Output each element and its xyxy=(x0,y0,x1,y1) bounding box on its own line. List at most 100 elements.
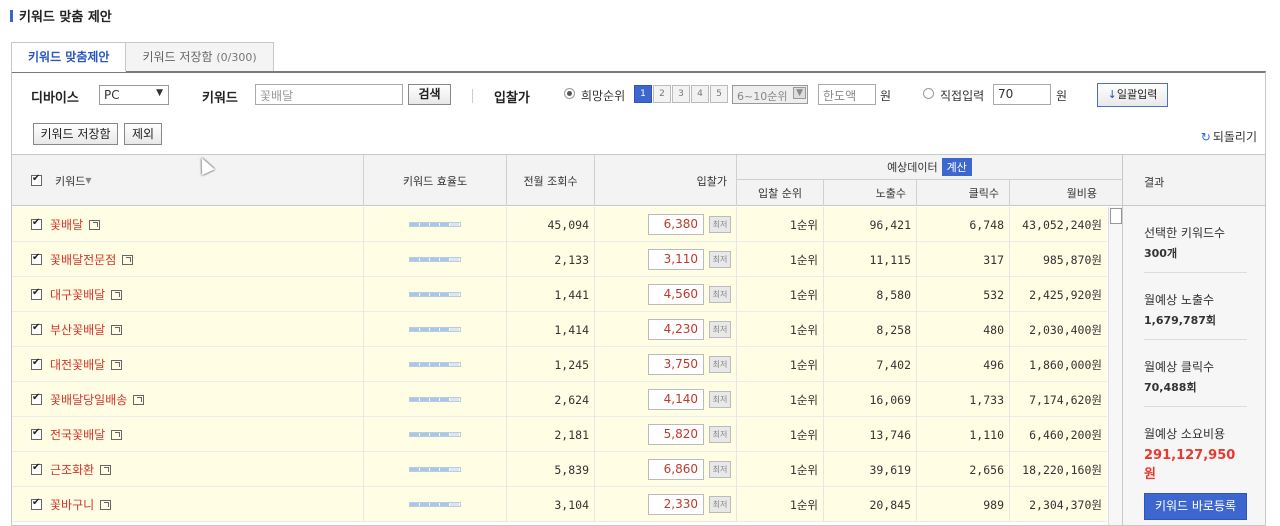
table-row[interactable]: 근조화환 5,839 6,860 최저 1순위39,6192,656 18,220,160… xyxy=(12,452,1107,487)
rank-2-button[interactable]: 2 xyxy=(653,85,671,103)
bid-input[interactable]: 6,860 xyxy=(648,459,704,480)
rank-1-button[interactable]: 1 xyxy=(634,85,652,103)
calc-button[interactable]: 계산 xyxy=(941,158,972,176)
table-row[interactable]: 꽃배달전문점 2,133 3,110 최저 1순위11,115317 985,870원 xyxy=(12,242,1107,277)
refresh-button[interactable]: ↻ 되돌리기 xyxy=(1201,128,1257,145)
cost-cell: 7,174,620원 xyxy=(1029,392,1102,407)
rank-4-button[interactable]: 4 xyxy=(691,85,709,103)
row-checkbox[interactable] xyxy=(31,427,42,440)
keyword-link[interactable]: 전국꽃배달 xyxy=(50,426,105,443)
external-link-icon[interactable] xyxy=(100,499,112,510)
min-bid-button[interactable]: 최저 xyxy=(709,391,731,408)
bid-input[interactable]: 3,750 xyxy=(648,354,704,375)
external-link-icon[interactable] xyxy=(133,394,145,405)
limit-amount-input[interactable]: 한도액 xyxy=(818,84,876,105)
tab-keyword-suggest[interactable]: 키워드 맞춤제안 xyxy=(11,42,127,72)
table-row[interactable]: 대구꽃배달 1,441 4,560 최저 1순위8,580532 2,425,920원 xyxy=(12,277,1107,312)
register-keyword-button[interactable]: 키워드 바로등록 xyxy=(1144,493,1247,520)
bid-cell: 4,230 최저 xyxy=(595,312,737,347)
bid-input[interactable]: 4,560 xyxy=(648,284,704,305)
rank-5-button[interactable]: 5 xyxy=(710,85,728,103)
exclude-button[interactable]: 제외 xyxy=(124,123,162,145)
impressions-cell: 16,069 xyxy=(824,382,917,417)
table-row[interactable]: 꽃배달당일배송 2,624 4,140 최저 1순위16,0691,733 7,174,6… xyxy=(12,382,1107,417)
row-checkbox[interactable] xyxy=(31,252,42,265)
result-clicks: 월예상 클릭수 70,488회 xyxy=(1144,340,1247,407)
external-link-icon[interactable] xyxy=(111,289,123,300)
keyword-link[interactable]: 꽃바구니 xyxy=(50,496,94,513)
save-keyword-button[interactable]: 키워드 저장함 xyxy=(33,123,118,145)
desired-rank-label: 희망순위 xyxy=(581,89,626,103)
bulk-input-button[interactable]: ↓일괄입력 xyxy=(1097,83,1168,107)
views-cell: 3,104 xyxy=(507,487,595,522)
row-checkbox[interactable] xyxy=(31,322,42,335)
keyword-link[interactable]: 꽃배달 xyxy=(50,216,83,233)
rank-range-select[interactable]: 6~10순위 ▼ xyxy=(732,85,808,104)
bid-input[interactable]: 6,380 xyxy=(648,214,704,235)
clicks-cell: 1,110 xyxy=(917,417,1010,452)
desired-rank-radio[interactable] xyxy=(564,88,575,99)
min-bid-button[interactable]: 최저 xyxy=(709,356,731,373)
header-monthly-views: 전월 조회수 xyxy=(507,155,595,206)
row-checkbox[interactable] xyxy=(31,217,42,230)
table-row[interactable]: 꽃배달 45,094 6,380 최저 1순위96,4216,748 43,052,240… xyxy=(12,207,1107,242)
tab-label: 키워드 저장함 xyxy=(142,50,213,64)
table-scrollbar[interactable] xyxy=(1108,207,1122,525)
efficiency-cell xyxy=(364,487,507,522)
select-all-checkbox[interactable] xyxy=(31,173,42,186)
impressions-cell: 20,845 xyxy=(824,487,917,522)
scrollbar-thumb[interactable] xyxy=(1110,208,1122,224)
clicks-cell: 532 xyxy=(917,277,1010,312)
bid-input[interactable]: 2,330 xyxy=(648,494,704,515)
bid-label: 입찰가 xyxy=(494,91,530,106)
keyword-link[interactable]: 꽃배달전문점 xyxy=(50,251,116,268)
row-checkbox[interactable] xyxy=(31,287,42,300)
tab-keyword-storage[interactable]: 키워드 저장함 (0/300) xyxy=(125,42,274,72)
external-link-icon[interactable] xyxy=(111,324,123,335)
direct-input-label: 직접입력 xyxy=(940,89,985,103)
min-bid-button[interactable]: 최저 xyxy=(709,461,731,478)
min-bid-button[interactable]: 최저 xyxy=(709,496,731,513)
search-button[interactable]: 검색 xyxy=(408,84,451,105)
keyword-link[interactable]: 꽃배달당일배송 xyxy=(50,391,127,408)
bid-input[interactable]: 3,110 xyxy=(648,249,704,270)
min-bid-button[interactable]: 최저 xyxy=(709,426,731,443)
rank-3-button[interactable]: 3 xyxy=(672,85,690,103)
bid-input[interactable]: 4,140 xyxy=(648,389,704,410)
external-link-icon[interactable] xyxy=(111,359,123,370)
row-checkbox[interactable] xyxy=(31,357,42,370)
row-checkbox[interactable] xyxy=(31,392,42,405)
keyword-link[interactable]: 부산꽃배달 xyxy=(50,321,105,338)
direct-input-radio[interactable] xyxy=(923,88,934,99)
direct-input-field[interactable]: 70 xyxy=(993,84,1051,105)
table-row[interactable]: 부산꽃배달 1,414 4,230 최저 1순위8,258480 2,030,400원 xyxy=(12,312,1107,347)
external-link-icon[interactable] xyxy=(89,219,101,230)
result-cost-label: 월예상 소요비용 xyxy=(1144,427,1226,441)
min-bid-button[interactable]: 최저 xyxy=(709,286,731,303)
table-row[interactable]: 대전꽃배달 1,245 3,750 최저 1순위7,402496 1,860,000원 xyxy=(12,347,1107,382)
keyword-cell: 전국꽃배달 xyxy=(12,417,364,452)
bid-input[interactable]: 5,820 xyxy=(648,424,704,445)
rank-cell: 1순위 xyxy=(737,207,824,242)
keyword-input[interactable]: 꽃배달 xyxy=(255,84,403,105)
min-bid-button[interactable]: 최저 xyxy=(709,251,731,268)
header-bid: 입찰가 xyxy=(595,155,737,206)
min-bid-button[interactable]: 최저 xyxy=(709,321,731,338)
bid-input[interactable]: 4,230 xyxy=(648,319,704,340)
clicks-cell: 989 xyxy=(917,487,1010,522)
min-bid-button[interactable]: 최저 xyxy=(709,216,731,233)
table-row[interactable]: 전국꽃배달 2,181 5,820 최저 1순위13,7461,110 6,460,200… xyxy=(12,417,1107,452)
keyword-link[interactable]: 대구꽃배달 xyxy=(50,286,105,303)
external-link-icon[interactable] xyxy=(100,464,112,475)
chevron-down-icon: ▼ xyxy=(793,87,806,99)
keyword-link[interactable]: 대전꽃배달 xyxy=(50,356,105,373)
keyword-cell: 대전꽃배달 xyxy=(12,347,364,382)
table-row[interactable]: 꽃바구니 3,104 2,330 최저 1순위20,845989 2,304,370원 xyxy=(12,487,1107,522)
header-keyword[interactable]: 키워드▼ xyxy=(12,155,364,206)
external-link-icon[interactable] xyxy=(111,429,123,440)
row-checkbox[interactable] xyxy=(31,497,42,510)
external-link-icon[interactable] xyxy=(122,254,134,265)
row-checkbox[interactable] xyxy=(31,462,42,475)
device-select[interactable]: PC ▼ xyxy=(99,85,169,105)
keyword-link[interactable]: 근조화환 xyxy=(50,461,94,478)
